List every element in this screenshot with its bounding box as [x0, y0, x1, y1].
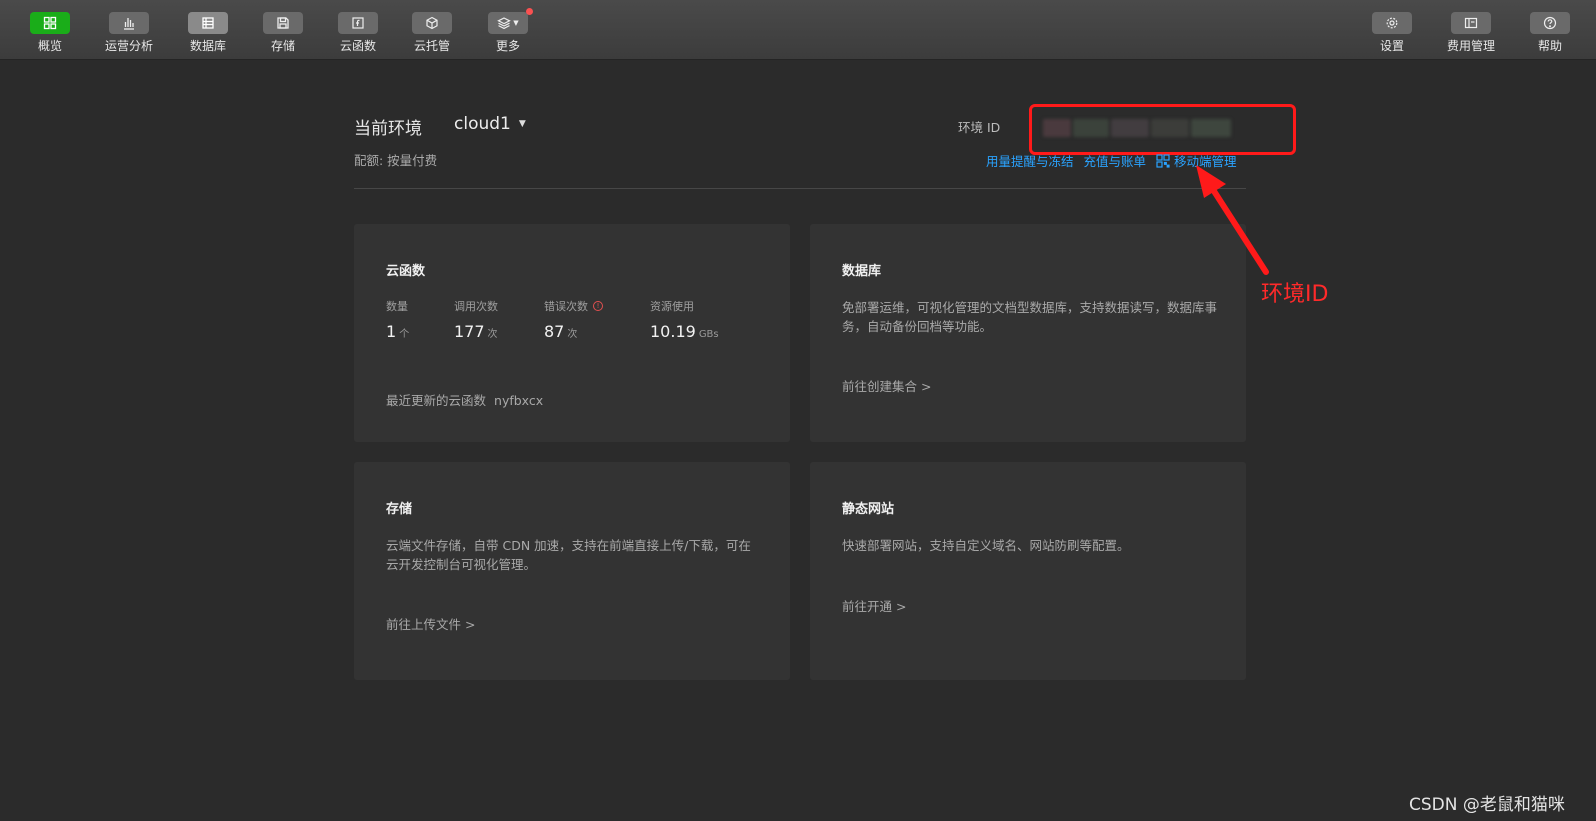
annotation-arrow [1196, 165, 1269, 275]
annotation-label: 环境ID [1261, 282, 1329, 307]
watermark: CSDN @老鼠和猫咪 [1409, 795, 1565, 815]
